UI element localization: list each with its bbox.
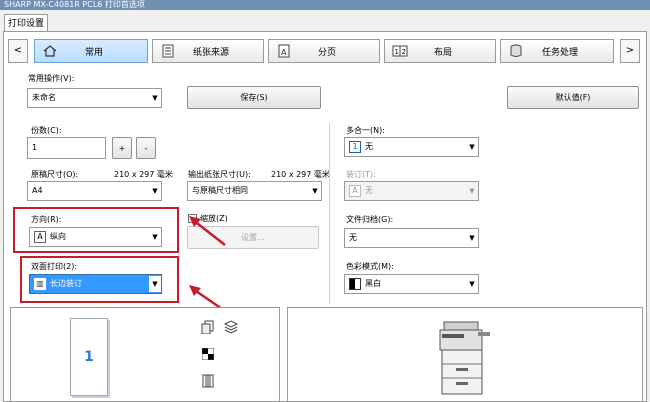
tab-layout[interactable]: 12 布局	[384, 39, 496, 63]
tab-job-handling[interactable]: 任务处理	[500, 39, 614, 63]
duplex-preview-icon	[201, 374, 215, 388]
svg-text:A: A	[281, 48, 287, 57]
annotation-arrow-icon	[189, 216, 226, 246]
tab-label: 纸张来源	[192, 47, 229, 58]
filing-label: 文件归档(G):	[346, 215, 394, 224]
tab-pagination[interactable]: A 分页	[268, 39, 380, 63]
tab-label: 常用	[84, 47, 103, 58]
section-divider	[329, 123, 330, 304]
chevron-down-icon: ▼	[312, 187, 318, 195]
tab-label: 分页	[317, 47, 336, 58]
color-preview-icon	[201, 347, 215, 361]
chevron-down-icon: ▼	[469, 143, 475, 151]
copies-label: 份数(C):	[31, 126, 62, 135]
highlight-box-orientation	[13, 207, 179, 253]
nup-label: 多合一(N):	[346, 126, 385, 135]
select-value: A4	[32, 186, 43, 195]
preview-page: 1	[70, 318, 108, 396]
page-icon: A	[275, 43, 293, 59]
copies-minus-button[interactable]: -	[136, 137, 156, 159]
black-white-icon	[349, 278, 361, 290]
highlight-box-duplex	[20, 256, 179, 303]
original-size-dims: 210 x 297 毫米	[114, 170, 173, 179]
output-size-select[interactable]: 与原稿尺寸相同 ▼	[187, 181, 322, 201]
tab-print-settings[interactable]: 打印设置	[4, 14, 48, 32]
select-value: 无	[349, 233, 357, 242]
select-value: 黑白	[365, 279, 381, 288]
chevron-down-icon: ▼	[469, 187, 475, 195]
copies-input[interactable]: 1	[27, 137, 106, 159]
one-page-icon: 1	[349, 141, 361, 153]
select-value: 无	[365, 186, 373, 195]
printer-icon	[439, 321, 490, 395]
filing-select[interactable]: 无 ▼	[344, 228, 479, 248]
select-value: 未命名	[32, 93, 56, 102]
staple-select[interactable]: A 无 ▼	[344, 181, 479, 201]
svg-text:1: 1	[395, 48, 399, 56]
select-value: 无	[365, 142, 373, 151]
color-mode-select[interactable]: 黑白 ▼	[344, 274, 479, 294]
original-size-select[interactable]: A4 ▼	[27, 181, 162, 201]
nup-preview-icon	[201, 320, 215, 334]
tab-label: 任务处理	[541, 47, 578, 58]
staple-label: 装订(T):	[346, 170, 376, 179]
job-icon	[507, 43, 525, 59]
tab-next-button[interactable]: >	[620, 39, 640, 63]
chevron-down-icon: ▼	[469, 234, 475, 242]
chevron-down-icon: ▼	[152, 94, 158, 102]
page-preview-panel	[10, 307, 280, 402]
output-size-dims: 210 x 297 毫米	[271, 170, 330, 179]
copies-plus-button[interactable]: +	[112, 137, 132, 159]
tab-label: 布局	[433, 47, 452, 58]
quick-settings-label: 常用操作(V):	[28, 74, 75, 83]
paper-tray-icon	[159, 43, 177, 59]
home-icon	[41, 43, 59, 59]
tab-prev-button[interactable]: <	[8, 39, 28, 63]
window-title: SHARP MX-C4081R PCL6 打印首选项	[0, 0, 650, 10]
chevron-down-icon: ▼	[152, 187, 158, 195]
tab-paper-source[interactable]: 纸张来源	[152, 39, 264, 63]
svg-text:2: 2	[402, 48, 406, 56]
quick-settings-select[interactable]: 未命名 ▼	[27, 88, 162, 108]
chevron-down-icon: ▼	[469, 280, 475, 288]
defaults-button[interactable]: 默认值(F)	[507, 86, 639, 109]
select-value: 与原稿尺寸相同	[192, 186, 248, 195]
save-button[interactable]: 保存(S)	[187, 86, 321, 109]
nup-select[interactable]: 1 无 ▼	[344, 137, 479, 157]
tab-general[interactable]: 常用	[34, 39, 148, 63]
layout-icon: 12	[391, 43, 409, 59]
color-mode-label: 色彩模式(M):	[346, 262, 394, 271]
output-size-label: 输出纸张尺寸(U):	[188, 170, 251, 179]
original-size-label: 原稿尺寸(O):	[31, 170, 79, 179]
staple-icon: A	[349, 185, 361, 197]
stack-preview-icon	[224, 320, 238, 334]
